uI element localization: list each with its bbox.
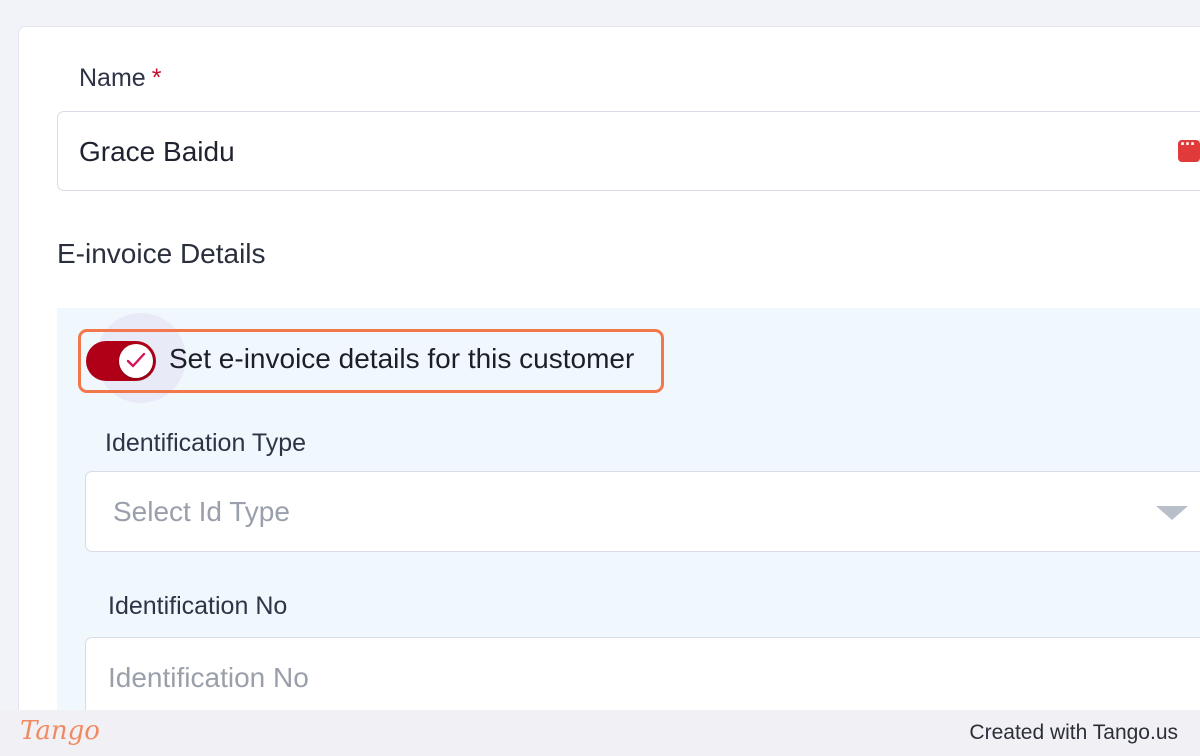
identification-type-placeholder: Select Id Type (113, 496, 290, 527)
name-label-text: Name (79, 64, 146, 92)
identification-no-label: Identification No (108, 592, 288, 620)
section-title: E-invoice Details (57, 238, 266, 269)
tango-footer: Tango Created with Tango.us (0, 710, 1200, 756)
name-label: Name * (79, 64, 161, 93)
name-input-value: Grace Baidu (79, 136, 235, 167)
name-input[interactable]: Grace Baidu (57, 111, 1200, 191)
page: Name* Grace Baidu E-invoice Details Set … (0, 0, 1200, 756)
identification-no-placeholder: Identification No (108, 662, 309, 693)
dropdown-caret-icon[interactable] (1156, 506, 1188, 520)
required-marker: * (151, 64, 162, 92)
tango-credit: Created with Tango.us (969, 721, 1178, 744)
toggle-knob (119, 344, 153, 378)
identification-type-label: Identification Type (105, 429, 307, 457)
check-icon (126, 352, 146, 368)
einvoice-toggle[interactable] (86, 341, 156, 381)
identification-type-select[interactable]: Select Id Type (85, 471, 1200, 552)
einvoice-toggle-label[interactable]: Set e-invoice details for this customer (169, 343, 634, 375)
tango-logo: Tango (20, 716, 100, 746)
keyboard-icon[interactable] (1178, 134, 1200, 162)
